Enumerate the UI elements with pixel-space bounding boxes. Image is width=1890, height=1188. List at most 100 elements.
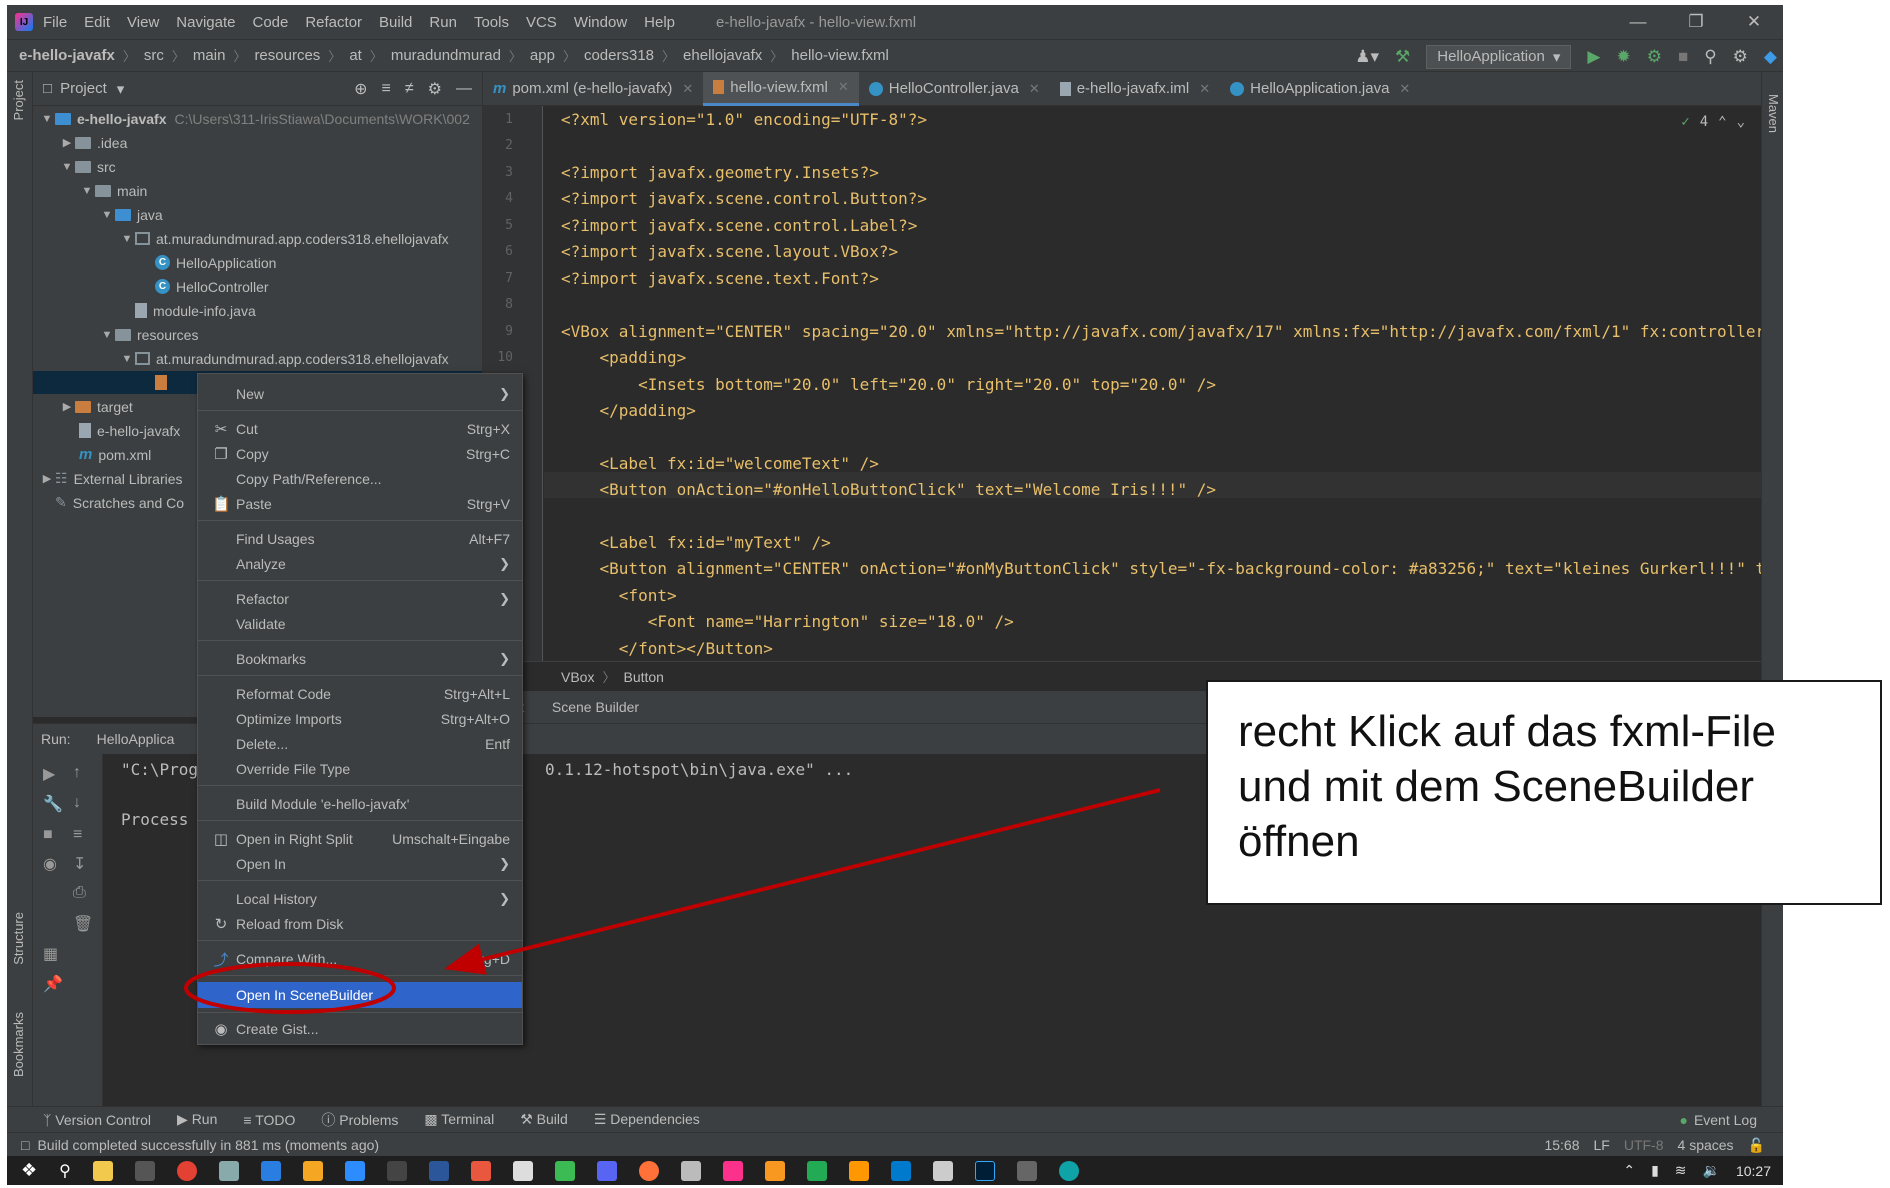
mail-icon[interactable] bbox=[260, 1160, 281, 1181]
stop-icon[interactable]: ■ bbox=[1678, 47, 1688, 67]
zoom-icon[interactable] bbox=[344, 1160, 365, 1181]
restore-icon[interactable]: ❐ bbox=[1667, 5, 1725, 39]
edge-icon[interactable] bbox=[1058, 1160, 1079, 1181]
close-tab-icon[interactable]: ✕ bbox=[682, 81, 693, 97]
menu-navigate[interactable]: Navigate bbox=[176, 14, 235, 31]
status-icon[interactable]: □ bbox=[21, 1137, 29, 1153]
expand-all-icon[interactable]: ≡ bbox=[382, 80, 391, 98]
inspection-widget[interactable]: ✓ 4 ⌃ ⌄ bbox=[1681, 114, 1745, 130]
stripe-bookmarks[interactable]: Bookmarks bbox=[11, 1012, 26, 1077]
menu-item-open-in[interactable]: Open In ❯ bbox=[198, 852, 522, 876]
app-icon[interactable] bbox=[134, 1160, 155, 1181]
run-configuration-select[interactable]: HelloApplication ▾ bbox=[1426, 44, 1572, 69]
layout-icon[interactable]: ▦ bbox=[43, 944, 58, 964]
app-icon[interactable] bbox=[386, 1160, 407, 1181]
tree-item[interactable]: ▼ resources bbox=[33, 323, 482, 346]
status-message[interactable]: Build completed successfully in 881 ms (… bbox=[37, 1137, 379, 1153]
build-hammer-icon[interactable]: ⚒ bbox=[1395, 47, 1410, 67]
close-tab-icon[interactable]: ✕ bbox=[1399, 81, 1410, 97]
tree-item[interactable]: ▼ at.muradundmurad.app.coders318.ehelloja… bbox=[33, 227, 482, 250]
chevron-down-icon[interactable]: ▼ bbox=[79, 185, 95, 197]
photoshop-icon[interactable] bbox=[974, 1160, 995, 1181]
search-icon[interactable]: ⚲ bbox=[1704, 47, 1716, 67]
menu-item-new[interactable]: New ❯ bbox=[198, 382, 522, 406]
pin-icon[interactable]: 📌 bbox=[43, 974, 63, 994]
chevron-down-icon[interactable]: ▼ bbox=[99, 329, 115, 341]
menu-item-delete[interactable]: Delete... Entf bbox=[198, 732, 522, 756]
rerun-icon[interactable]: ▶ bbox=[43, 764, 55, 784]
indent-setting[interactable]: 4 spaces bbox=[1678, 1137, 1734, 1153]
chevron-down-icon[interactable]: ▾ bbox=[117, 80, 125, 98]
project-title[interactable]: Project bbox=[60, 80, 107, 97]
windows-start-icon[interactable]: ❖ bbox=[21, 1160, 37, 1181]
chevron-up-icon[interactable]: ⌃ bbox=[1623, 1162, 1635, 1179]
intellij-icon[interactable] bbox=[722, 1160, 743, 1181]
breadcrumb-item[interactable]: ehellojavafx bbox=[683, 47, 762, 64]
menu-refactor[interactable]: Refactor bbox=[305, 14, 362, 31]
discord-icon[interactable] bbox=[596, 1160, 617, 1181]
menu-edit[interactable]: Edit bbox=[84, 14, 110, 31]
app-icon[interactable] bbox=[470, 1160, 491, 1181]
breadcrumb-item-current[interactable]: hello-view.fxml bbox=[791, 47, 889, 64]
menu-build[interactable]: Build bbox=[379, 14, 412, 31]
menu-item-cut[interactable]: ✂ Cut Strg+X bbox=[198, 417, 522, 441]
tree-item[interactable]: ▼ java bbox=[33, 203, 482, 226]
close-tab-icon[interactable]: ✕ bbox=[1199, 81, 1210, 97]
chevron-down-icon[interactable]: ▼ bbox=[39, 113, 55, 125]
search-icon[interactable]: ⚲ bbox=[59, 1161, 71, 1181]
user-icon[interactable]: ♟▾ bbox=[1355, 47, 1379, 67]
menu-item-local-history[interactable]: Local History ❯ bbox=[198, 887, 522, 911]
chevron-right-icon[interactable]: ▶ bbox=[39, 472, 55, 485]
menu-item-reload-from-disk[interactable]: ↻ Reload from Disk bbox=[198, 912, 522, 936]
tab-scene-builder[interactable]: Scene Builder bbox=[538, 699, 653, 715]
tool-tab-problems[interactable]: ⓘ Problems bbox=[321, 1110, 398, 1130]
menu-item-compare-with[interactable]: ⤴ Compare With... Strg+D bbox=[198, 947, 522, 971]
debug-icon[interactable]: ✹ bbox=[1616, 47, 1630, 67]
soft-wrap-icon[interactable]: ≡ bbox=[73, 826, 82, 844]
menu-file[interactable]: File bbox=[43, 14, 67, 31]
chrome-icon[interactable] bbox=[176, 1160, 197, 1181]
app-icon[interactable] bbox=[302, 1160, 323, 1181]
tree-item[interactable]: ▼ e-hello-javafx C:\Users\311-IrisStiawa\D… bbox=[33, 107, 482, 130]
vscode-icon[interactable] bbox=[890, 1160, 911, 1181]
app-icon[interactable] bbox=[680, 1160, 701, 1181]
print-icon[interactable]: ⎙ bbox=[73, 884, 86, 902]
stop-icon[interactable]: ■ bbox=[43, 826, 53, 844]
app-icon[interactable] bbox=[764, 1160, 785, 1181]
breadcrumb-item[interactable]: muradundmurad bbox=[391, 47, 501, 64]
run-tab[interactable]: HelloApplica bbox=[97, 731, 175, 747]
tab-hello-controller[interactable]: HelloController.java ✕ bbox=[859, 72, 1050, 106]
menu-item-refactor[interactable]: Refactor ❯ bbox=[198, 587, 522, 611]
calculator-icon[interactable] bbox=[218, 1160, 239, 1181]
event-log[interactable]: ● Event Log bbox=[1679, 1107, 1757, 1133]
menu-item-copy[interactable]: ❐ Copy Strg+C bbox=[198, 442, 522, 466]
stripe-structure[interactable]: Structure bbox=[11, 912, 26, 965]
tree-item[interactable]: ▼ src bbox=[33, 155, 482, 178]
stripe-maven[interactable]: Maven bbox=[1766, 94, 1781, 133]
breadcrumb-item[interactable]: Button bbox=[623, 669, 663, 685]
lock-icon[interactable]: 🔓 bbox=[1748, 1137, 1765, 1154]
menu-item-paste[interactable]: 📋 Paste Strg+V bbox=[198, 492, 522, 516]
menu-item-build-module[interactable]: Build Module 'e-hello-javafx' bbox=[198, 792, 522, 816]
tree-item[interactable]: ▼ main bbox=[33, 179, 482, 202]
menu-help[interactable]: Help bbox=[644, 14, 675, 31]
stripe-project[interactable]: Project bbox=[11, 80, 26, 120]
camera-icon[interactable]: ◉ bbox=[43, 854, 57, 874]
menu-window[interactable]: Window bbox=[574, 14, 627, 31]
menu-item-override-file-type[interactable]: Override File Type bbox=[198, 757, 522, 781]
wifi-icon[interactable]: ≋ bbox=[1675, 1162, 1687, 1179]
tab-pom-xml[interactable]: m pom.xml (e-hello-javafx) ✕ bbox=[483, 72, 703, 106]
tool-tab-version-control[interactable]: ᛉ Version Control bbox=[43, 1112, 151, 1128]
locate-icon[interactable]: ⊕ bbox=[354, 79, 367, 99]
breadcrumb-item[interactable]: e-hello-javafx bbox=[19, 47, 115, 64]
menu-item-optimize-imports[interactable]: Optimize Imports Strg+Alt+O bbox=[198, 707, 522, 731]
chevron-down-icon[interactable]: ▼ bbox=[99, 209, 115, 221]
firefox-icon[interactable] bbox=[638, 1160, 659, 1181]
breadcrumb-item[interactable]: app bbox=[530, 47, 555, 64]
menu-item-copy-path[interactable]: Copy Path/Reference... bbox=[198, 467, 522, 491]
tool-tab-dependencies[interactable]: ☰ Dependencies bbox=[594, 1111, 700, 1128]
tool-tab-todo[interactable]: ≡ TODO bbox=[243, 1112, 295, 1128]
breadcrumb-item[interactable]: at bbox=[349, 47, 362, 64]
chevron-right-icon[interactable]: ▶ bbox=[59, 136, 75, 149]
app-icon[interactable] bbox=[806, 1160, 827, 1181]
